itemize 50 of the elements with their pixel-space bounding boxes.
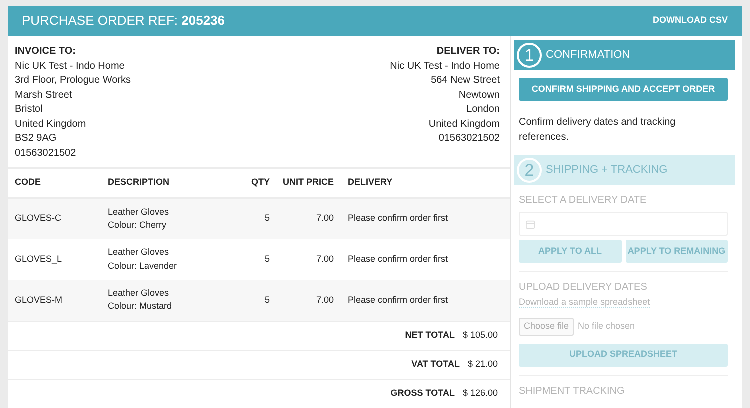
address-line: United Kingdom: [428, 118, 500, 132]
total-label: VAT TOTAL: [412, 358, 460, 371]
address-line: 564 New Street: [430, 74, 500, 88]
address-line: Marsh Street: [15, 88, 74, 102]
address-line: Bristol: [15, 103, 44, 117]
table-cell: Please confirm order first: [344, 280, 510, 321]
order-title: PURCHASE ORDER REF: 205236: [22, 12, 226, 30]
total-value: $ 126.00: [462, 387, 498, 400]
address-line: United Kingdom: [15, 118, 88, 132]
table-cell: GLOVES-M: [8, 280, 104, 321]
table-cell: 5: [234, 239, 274, 280]
table-cell: 5: [234, 280, 274, 321]
delivery-heading: DELIVER TO:: [436, 45, 500, 59]
step-number: 2: [517, 158, 542, 182]
file-status: No file chosen: [578, 320, 636, 333]
total-value: $ 21.00: [468, 358, 498, 371]
table-cell: GLOVES_L: [8, 239, 104, 280]
step-title: SHIPPING + TRACKING: [546, 162, 668, 178]
address-line: Nic UK Test - Indo Home: [390, 60, 500, 74]
step-note: Confirm delivery dates and tracking references.: [519, 116, 677, 145]
table-cell: 7.00: [274, 280, 344, 321]
table-cell: Please confirm order first: [344, 239, 510, 280]
upload-label: UPLOAD DELIVERY DATES: [519, 281, 648, 295]
date-label: SELECT A DELIVERY DATE: [519, 194, 648, 208]
confirm-order-button[interactable]: CONFIRM SHIPPING AND ACCEPT ORDER: [519, 78, 728, 101]
total-label: GROSS TOTAL: [390, 387, 455, 400]
address-line: Nic UK Test - Indo Home: [15, 60, 126, 74]
tracking-label: SHIPMENT TRACKING: [519, 384, 626, 398]
table-cell: 7.00: [274, 198, 344, 239]
address-line: BS2 9AG: [15, 132, 58, 146]
address-line: 3rd Floor, Prologue Works: [15, 74, 131, 88]
address-line: 01563021502: [15, 146, 78, 160]
table-cell: 7.00: [274, 239, 344, 280]
download-csv-link[interactable]: DOWNLOAD CSV: [653, 14, 728, 28]
total-value: $ 105.00: [462, 328, 498, 342]
date-input-field[interactable]: [519, 212, 728, 236]
step-number: 1: [517, 42, 542, 68]
table-cell: Leather Gloves Colour: Cherry: [104, 198, 234, 239]
step-title: CONFIRMATION: [546, 48, 630, 63]
table-cell: GLOVES-C: [8, 198, 104, 239]
calendar-icon: [526, 220, 535, 228]
table-cell: 5: [234, 198, 274, 239]
address-line: 01563021502: [438, 132, 500, 146]
total-label: NET TOTAL: [405, 328, 455, 342]
table-cell: Please confirm order first: [344, 198, 510, 239]
invoice-heading: INVOICE TO:: [15, 45, 77, 59]
address-line: London: [466, 103, 500, 117]
table-cell: Leather Gloves Colour: Mustard: [104, 280, 234, 321]
table-cell: Leather Gloves Colour: Lavender: [104, 239, 234, 280]
address-line: Newtown: [458, 88, 500, 102]
